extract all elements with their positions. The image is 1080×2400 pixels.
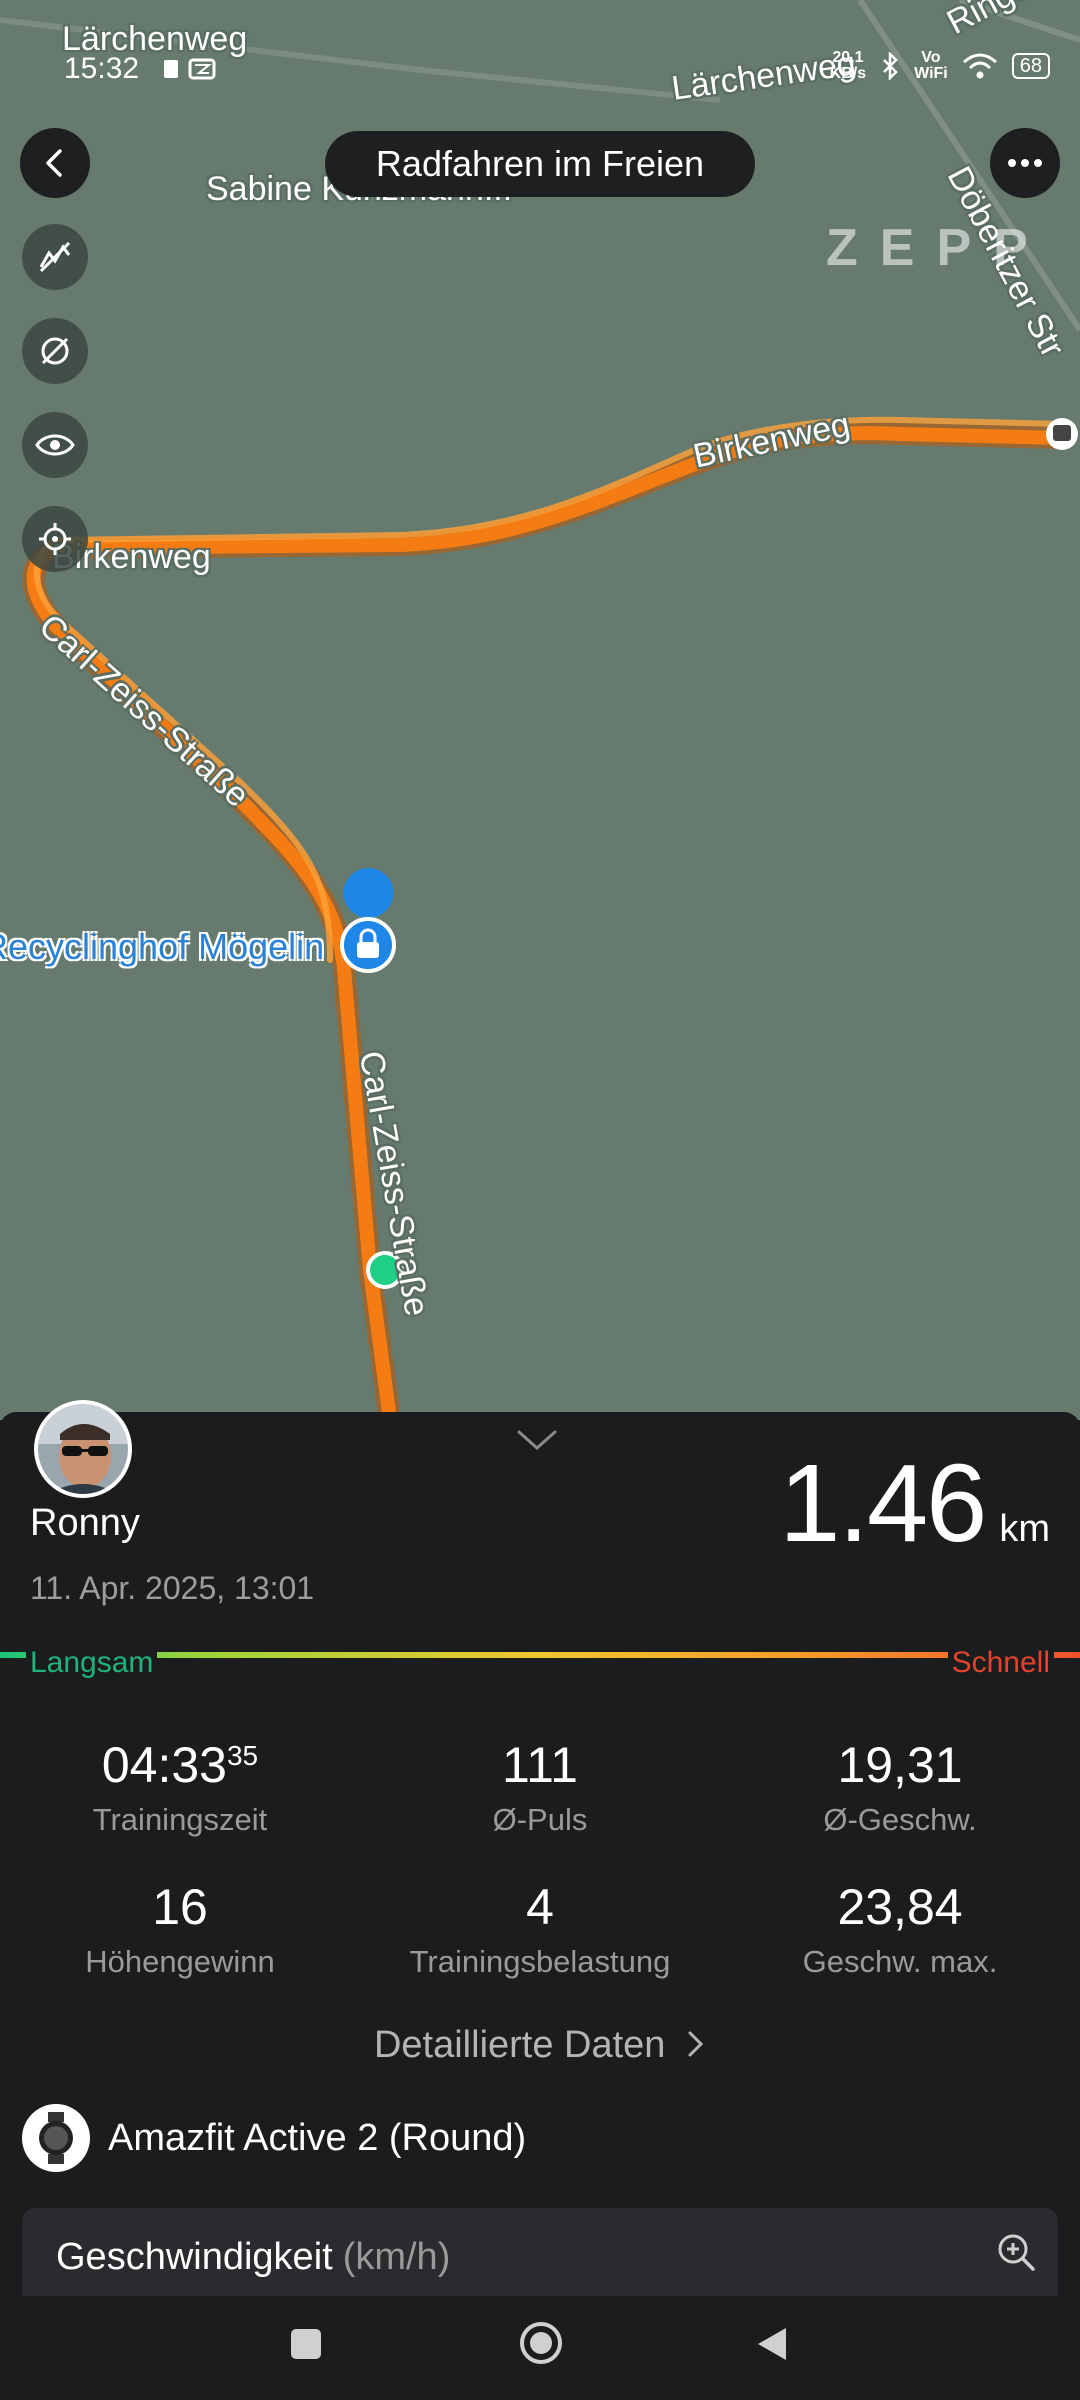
distance-display: 1.46 km	[779, 1440, 1050, 1567]
zepp-logo: ZEPP	[826, 219, 1050, 277]
speed-fast-label: Schnell	[947, 1644, 1054, 1682]
chevron-right-icon	[688, 2031, 704, 2057]
recenter-button[interactable]	[22, 506, 88, 572]
more-dots-icon	[1008, 159, 1042, 167]
chart-title: Geschwindigkeit (km/h)	[56, 2236, 451, 2278]
markers-toggle-button[interactable]	[22, 318, 88, 384]
distance-unit: km	[999, 1508, 1050, 1550]
eye-icon	[35, 434, 75, 456]
stat-max-speed: 23,84 Geschw. max.	[802, 1879, 998, 1979]
zoom-in-icon	[998, 2234, 1035, 2271]
wifi-icon	[962, 53, 997, 79]
square-icon	[291, 2329, 321, 2359]
back-button[interactable]	[20, 128, 90, 198]
device-name: Amazfit Active 2 (Round)	[108, 2116, 527, 2159]
status-icons: 20,1 KB/s Vo WiFi 68	[830, 50, 1050, 82]
map-layer-toggle-button[interactable]	[22, 224, 88, 290]
chart-unit: (km/h)	[342, 2236, 451, 2278]
system-navigation-bar	[0, 2296, 1080, 2400]
workout-date: 11. Apr. 2025, 13:01	[30, 1570, 315, 1606]
stat-elevation-gain: 16 Höhengewinn	[85, 1879, 275, 1979]
chevron-down-icon	[517, 1430, 557, 1451]
speed-slow-label: Langsam	[26, 1644, 158, 1682]
clock: 15:32	[64, 52, 140, 85]
status-bar: 15:32 20,1 KB/s Vo WiFi 68	[0, 0, 1080, 100]
avatar[interactable]	[34, 1400, 132, 1498]
speed-gradient-bar	[0, 1652, 1080, 1658]
stat-training-load: 4 Trainingsbelastung	[409, 1879, 671, 1979]
system-back-button[interactable]	[754, 2326, 790, 2367]
stat-avg-speed: 19,31 Ø-Geschw.	[823, 1737, 977, 1837]
marker-off-icon	[41, 337, 69, 365]
detailed-data-link[interactable]: Detaillierte Daten	[0, 2024, 1080, 2067]
stat-training-time: 04:3335 Trainingszeit	[92, 1737, 268, 1837]
more-options-button[interactable]	[990, 128, 1060, 198]
recent-apps-button[interactable]	[288, 2326, 324, 2367]
device-info: Amazfit Active 2 (Round)	[22, 2104, 526, 2172]
visibility-toggle-button[interactable]	[22, 412, 88, 478]
user-avatar-image	[38, 1404, 128, 1494]
vowifi-label: Vo WiFi	[914, 49, 948, 82]
collapse-panel-button[interactable]	[515, 1426, 559, 1457]
stat-avg-heart-rate: 111 Ø-Puls	[492, 1737, 588, 1837]
home-button[interactable]	[518, 2320, 564, 2371]
bluetooth-icon	[883, 52, 898, 80]
workout-type-title: Radfahren im Freien	[325, 131, 755, 197]
watch-icon	[22, 2104, 90, 2172]
notification-icons	[162, 56, 222, 89]
chevron-left-icon	[46, 149, 62, 177]
locate-icon	[39, 523, 71, 555]
user-name: Ronny	[30, 1502, 140, 1544]
circle-icon	[520, 2322, 562, 2364]
map-poi-label[interactable]: Recyclinghof Mögelin	[0, 926, 324, 968]
route-style-icon	[39, 241, 71, 273]
route-map[interactable]: Lärchenweg Lärchenweg Ringstr Döberitzer…	[0, 0, 1080, 1420]
network-speed: 20,1 KB/s	[829, 49, 867, 82]
triangle-back-icon	[758, 2328, 786, 2360]
distance-value: 1.46	[779, 1442, 987, 1565]
zoom-chart-button[interactable]	[996, 2232, 1036, 2277]
battery-indicator: 68	[1011, 53, 1050, 79]
